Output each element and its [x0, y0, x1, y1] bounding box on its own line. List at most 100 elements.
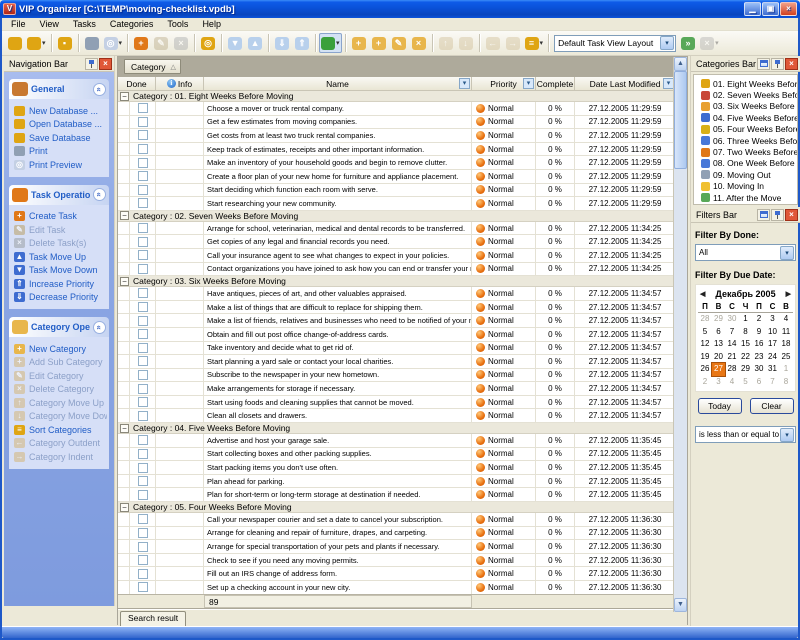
- group-by-category-button[interactable]: Category △: [124, 59, 181, 74]
- sort-categories-button[interactable]: ≡▾: [523, 33, 546, 53]
- column-header-complete[interactable]: Complete: [536, 77, 575, 90]
- today-button[interactable]: Today: [698, 398, 742, 414]
- done-checkbox[interactable]: [138, 370, 148, 380]
- column-header-name[interactable]: Name▾: [204, 77, 472, 90]
- done-checkbox[interactable]: [138, 555, 148, 565]
- filter-dropdown-icon[interactable]: ▾: [523, 78, 534, 89]
- task-row[interactable]: Make a list of friends, relatives and bu…: [118, 314, 675, 328]
- done-checkbox[interactable]: [138, 569, 148, 579]
- task-row[interactable]: Advertise and host your garage sale.Norm…: [118, 434, 675, 448]
- pin-icon[interactable]: [771, 58, 784, 70]
- calendar-day[interactable]: 19: [698, 351, 712, 364]
- category-item-09-moving-out[interactable]: 09. Moving Out: [701, 169, 797, 180]
- calendar-day[interactable]: 4: [725, 376, 739, 389]
- chevron-down-icon[interactable]: ▾: [660, 36, 674, 50]
- task-row[interactable]: Have antiques, pieces of art, and other …: [118, 287, 675, 301]
- apply-layout-button[interactable]: »: [678, 33, 698, 53]
- nav-item-edit-category[interactable]: ✎Edit Category: [14, 369, 107, 383]
- delete-task-button[interactable]: ×: [171, 33, 191, 53]
- done-checkbox[interactable]: [138, 171, 148, 181]
- done-checkbox[interactable]: [138, 542, 148, 552]
- calendar-day[interactable]: 4: [779, 313, 793, 326]
- layout-combo[interactable]: Default Task View Layout▾: [554, 35, 676, 52]
- open-database-button[interactable]: ▾: [25, 33, 48, 53]
- done-checkbox[interactable]: [138, 264, 148, 274]
- category-group-row[interactable]: −Category : 01. Eight Weeks Before Movin…: [118, 91, 675, 102]
- calendar-day[interactable]: 8: [739, 326, 753, 339]
- new-database-button[interactable]: [5, 33, 25, 53]
- delete-category-button[interactable]: ×: [409, 33, 429, 53]
- nav-item-task-move-up[interactable]: ▲Task Move Up: [14, 250, 107, 264]
- nav-item-delete-task-s[interactable]: ×Delete Task(s): [14, 237, 107, 251]
- nav-item-print[interactable]: Print: [14, 145, 107, 159]
- edit-task-button[interactable]: ✎: [151, 33, 171, 53]
- done-checkbox[interactable]: [138, 316, 148, 326]
- task-row[interactable]: Subscribe to the newspaper in your new h…: [118, 369, 675, 383]
- calendar-day[interactable]: 24: [766, 351, 780, 364]
- done-checkbox[interactable]: [138, 490, 148, 500]
- calendar-day[interactable]: 3: [766, 313, 780, 326]
- task-row[interactable]: Arrange for school, veterinarian, medica…: [118, 222, 675, 236]
- done-checkbox[interactable]: [138, 343, 148, 353]
- nav-item-sort-categories[interactable]: ≡Sort Categories: [14, 423, 107, 437]
- calendar-day[interactable]: 1: [739, 313, 753, 326]
- collapse-icon[interactable]: −: [120, 424, 129, 433]
- nav-item-decrease-priority[interactable]: ⇓Decrease Priority: [14, 291, 107, 305]
- task-row[interactable]: Make arrangements for storage if necessa…: [118, 382, 675, 396]
- close-button[interactable]: ×: [780, 2, 797, 16]
- done-checkbox[interactable]: [138, 237, 148, 247]
- category-item-04-five-weeks-before-moving[interactable]: 04. Five Weeks Before Moving: [701, 112, 797, 123]
- category-group-row[interactable]: −Category : 04. Five Weeks Before Moving: [118, 423, 675, 434]
- date-condition-select[interactable]: is less than or equal to ▾: [695, 426, 796, 443]
- collapse-icon[interactable]: −: [120, 211, 129, 220]
- done-checkbox[interactable]: [138, 449, 148, 459]
- category-move-down-button[interactable]: ↓: [456, 33, 476, 53]
- pin-icon[interactable]: [771, 209, 784, 221]
- menu-file[interactable]: File: [4, 18, 33, 31]
- category-group-row[interactable]: −Category : 02. Seven Weeks Before Movin…: [118, 211, 675, 222]
- calendar-day[interactable]: 26: [698, 363, 712, 376]
- collapse-icon[interactable]: −: [120, 277, 129, 286]
- task-row[interactable]: Plan for short-term or long-term storage…: [118, 488, 675, 502]
- calendar-day[interactable]: 5: [739, 376, 753, 389]
- edit-category-button[interactable]: ✎: [389, 33, 409, 53]
- calendar-day[interactable]: 14: [725, 338, 739, 351]
- chevron-down-icon[interactable]: ▾: [540, 39, 544, 47]
- done-checkbox[interactable]: [138, 103, 148, 113]
- column-header-date-last-modified[interactable]: Date Last Modified▾: [575, 77, 675, 90]
- nav-item-add-sub-category[interactable]: +Add Sub Category: [14, 356, 107, 370]
- add-sub-category-button[interactable]: +: [369, 33, 389, 53]
- nav-item-save-database[interactable]: Save Database: [14, 131, 107, 145]
- chevron-down-icon[interactable]: ▾: [42, 39, 46, 47]
- filter-done-select[interactable]: All ▾: [695, 244, 796, 261]
- task-row[interactable]: Call your newspaper courier and set a da…: [118, 513, 675, 527]
- calendar-day[interactable]: 30: [725, 313, 739, 326]
- print-preview-button[interactable]: ◎▾: [102, 33, 125, 53]
- increase-priority-button[interactable]: ⇑: [292, 33, 312, 53]
- nav-item-category-move-up[interactable]: ↑Category Move Up: [14, 396, 107, 410]
- category-item-08-one-week-before-moving[interactable]: 08. One Week Before Moving: [701, 158, 797, 169]
- task-row[interactable]: Take inventory and decide what to get ri…: [118, 342, 675, 356]
- category-group-row[interactable]: −Category : 03. Six Weeks Before Moving: [118, 276, 675, 287]
- done-checkbox[interactable]: [138, 223, 148, 233]
- float-panel-icon[interactable]: [757, 58, 770, 70]
- delete-layout-button[interactable]: ×▾: [698, 33, 721, 53]
- done-checkbox[interactable]: [138, 198, 148, 208]
- category-item-03-six-weeks-before-moving[interactable]: 03. Six Weeks Before Moving: [701, 101, 797, 112]
- task-row[interactable]: Fill out an IRS change of address form.N…: [118, 567, 675, 581]
- nav-item-category-outdent[interactable]: ←Category Outdent: [14, 437, 107, 451]
- save-database-button[interactable]: ▪: [55, 33, 75, 53]
- chevron-up-icon[interactable]: «: [93, 83, 106, 96]
- chevron-down-icon[interactable]: ▾: [336, 39, 340, 47]
- category-item-06-three-weeks-before-moving[interactable]: 06. Three Weeks Before Moving: [701, 135, 797, 146]
- done-checkbox[interactable]: [138, 435, 148, 445]
- vertical-scrollbar[interactable]: ▲ ▼: [673, 57, 687, 612]
- calendar-day[interactable]: 28: [725, 363, 739, 376]
- chevron-up-icon[interactable]: «: [93, 321, 106, 334]
- collapse-icon[interactable]: −: [120, 92, 129, 101]
- calendar-day[interactable]: 31: [766, 363, 780, 376]
- category-move-up-button[interactable]: ↑: [436, 33, 456, 53]
- close-icon[interactable]: ×: [785, 209, 798, 221]
- calendar-day[interactable]: 21: [725, 351, 739, 364]
- nav-item-print-preview[interactable]: ◎Print Preview: [14, 158, 107, 172]
